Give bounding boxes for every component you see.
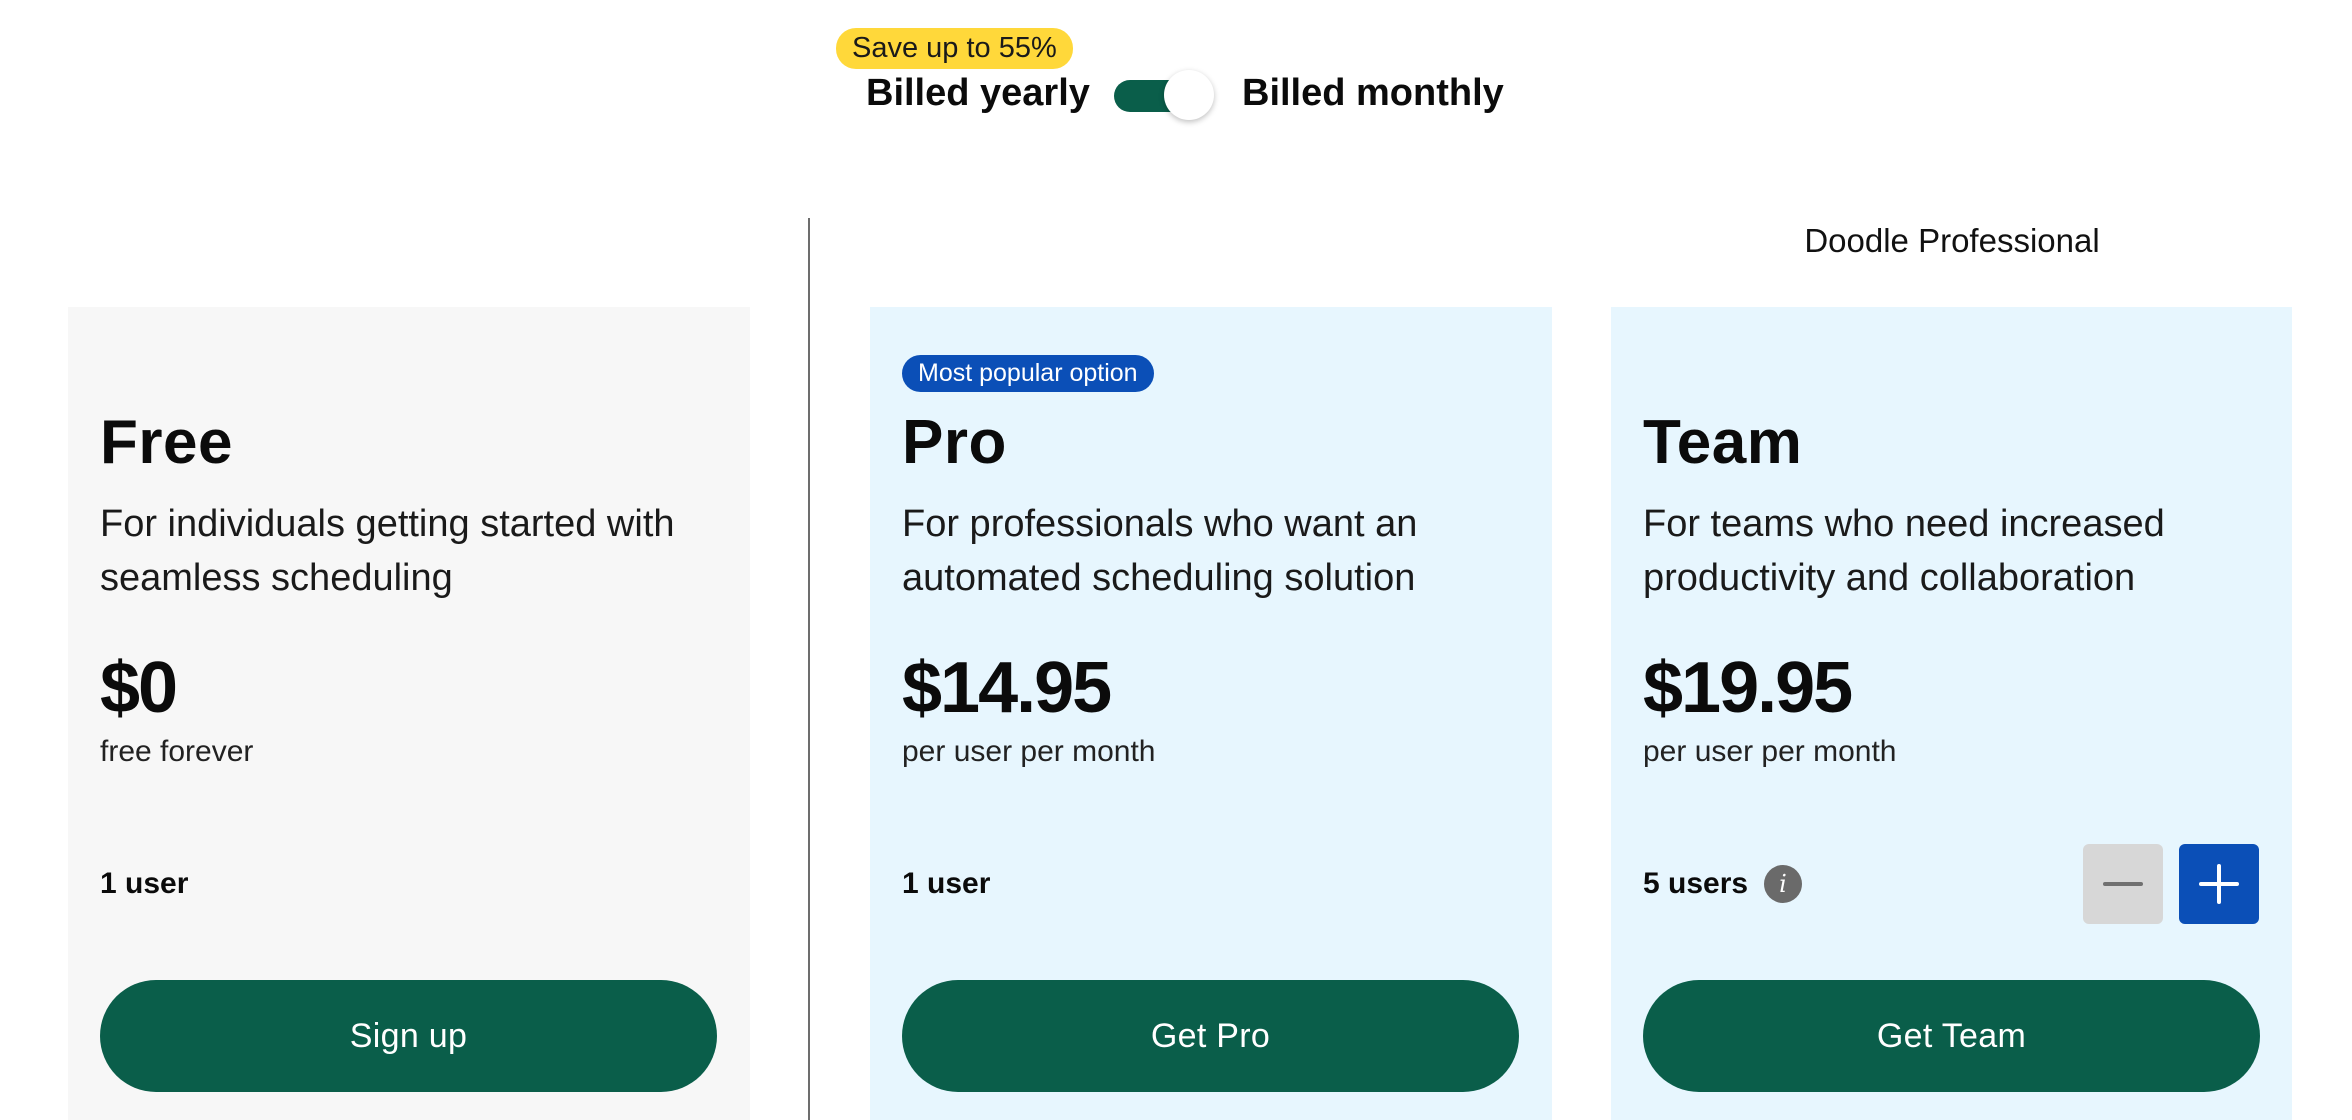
info-icon[interactable]: i: [1764, 865, 1802, 903]
user-count: 5 users: [1643, 867, 1749, 900]
plan-card-free: Free For individuals getting started wit…: [68, 307, 750, 1120]
plan-description: For individuals getting started with sea…: [100, 503, 675, 599]
billing-toggle[interactable]: [1114, 70, 1214, 120]
billed-monthly-label[interactable]: Billed monthly: [1242, 72, 1504, 115]
plan-description: For teams who need increased productivit…: [1643, 503, 2165, 599]
price-note: per user per month: [902, 735, 1156, 768]
increase-users-button[interactable]: [2179, 844, 2259, 924]
get-team-button[interactable]: Get Team: [1643, 980, 2260, 1092]
plan-price: $0: [100, 648, 178, 728]
plan-name: Team: [1643, 408, 1803, 477]
plan-card-team: Team For teams who need increased produc…: [1611, 307, 2292, 1120]
group-title: Doodle Professional: [1804, 222, 2100, 259]
billed-yearly-label[interactable]: Billed yearly: [866, 72, 1090, 115]
sign-up-button[interactable]: Sign up: [100, 980, 717, 1092]
price-note: per user per month: [1643, 735, 1897, 768]
section-divider: [808, 218, 810, 1120]
toggle-knob: [1164, 70, 1214, 120]
save-badge: Save up to 55%: [836, 28, 1073, 69]
user-count: 1 user: [100, 867, 189, 900]
plan-description: For professionals who want an automated …: [902, 503, 1418, 599]
plan-price: $19.95: [1643, 648, 1853, 728]
decrease-users-button[interactable]: [2083, 844, 2163, 924]
get-pro-button[interactable]: Get Pro: [902, 980, 1519, 1092]
popular-badge: Most popular option: [902, 355, 1154, 392]
plan-name: Free: [100, 408, 233, 477]
plan-card-pro: Most popular option Pro For professional…: [870, 307, 1552, 1120]
plan-price: $14.95: [902, 648, 1112, 728]
price-note: free forever: [100, 735, 254, 768]
user-count: 1 user: [902, 867, 991, 900]
plan-name: Pro: [902, 408, 1007, 477]
